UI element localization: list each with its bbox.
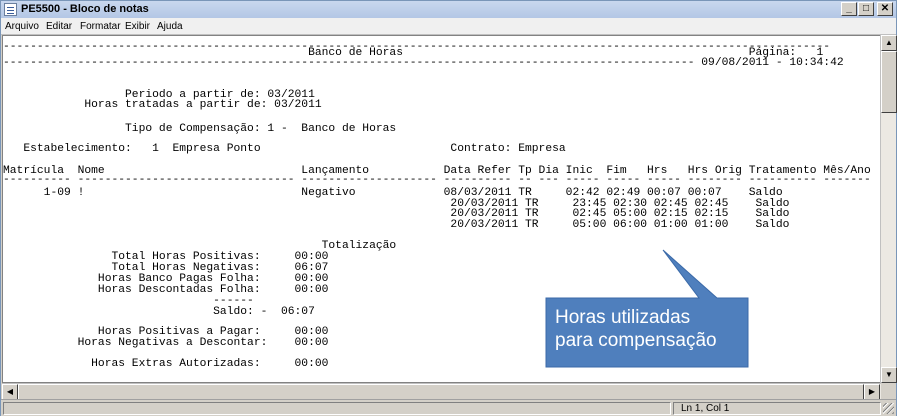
status-pane-main xyxy=(3,402,671,415)
minimize-button[interactable]: _ xyxy=(841,2,857,16)
maximize-button[interactable]: □ xyxy=(858,2,874,16)
horizontal-scrollbar[interactable]: ◀ ▶ xyxy=(2,383,881,400)
menu-exibir[interactable]: Exibir xyxy=(125,20,150,33)
title-bar[interactable]: PE5500 - Bloco de notas _ □ ✕ xyxy=(1,1,896,18)
text-line: ------ xyxy=(3,295,254,307)
window-title: PE5500 - Bloco de notas xyxy=(21,3,149,15)
text-line: 1-09 ! Negativo 08/03/2011 TR 02:42 02:4… xyxy=(3,187,783,199)
menu-editar[interactable]: Editar xyxy=(46,20,72,33)
notepad-window: PE5500 - Bloco de notas _ □ ✕ Arquivo Ed… xyxy=(0,0,897,416)
menu-bar: Arquivo Editar Formatar Exibir Ajuda xyxy=(1,18,896,35)
menu-arquivo[interactable]: Arquivo xyxy=(5,20,39,33)
menu-formatar[interactable]: Formatar xyxy=(80,20,121,33)
resize-grip-icon[interactable] xyxy=(883,403,894,414)
text-line: Horas Positivas a Pagar: 00:00 xyxy=(3,326,329,338)
callout-text: Horas utilizadas para compensação xyxy=(555,307,717,351)
scrollbar-corner xyxy=(881,383,896,399)
text-line: ---------- -----------------------------… xyxy=(3,174,871,186)
text-line: Saldo: - 06:07 xyxy=(3,306,315,318)
text-line: Total Horas Positivas: 00:00 xyxy=(3,251,329,263)
scroll-left-arrow-icon[interactable]: ◀ xyxy=(2,384,18,400)
text-line: ----------------------------------------… xyxy=(3,57,844,69)
vertical-scroll-thumb[interactable] xyxy=(881,51,897,113)
text-line: Tipo de Compensação: 1 - Banco de Horas xyxy=(3,123,397,135)
horizontal-scroll-thumb[interactable] xyxy=(18,384,864,400)
text-line: Horas Negativas a Descontar: 00:00 xyxy=(3,337,329,349)
text-line: Estabelecimento: 1 Empresa Ponto Contrat… xyxy=(3,143,566,155)
vertical-scrollbar[interactable]: ▲ ▼ xyxy=(880,35,897,383)
text-editor-area[interactable]: ----------------------------------------… xyxy=(2,35,881,383)
menu-ajuda[interactable]: Ajuda xyxy=(157,20,183,33)
scroll-down-arrow-icon[interactable]: ▼ xyxy=(881,367,897,383)
text-line: 20/03/2011 TR 02:45 05:00 02:15 02:15 Sa… xyxy=(3,208,790,220)
text-line: Horas tratadas a partir de: 03/2011 xyxy=(3,99,322,111)
text-line: 20/03/2011 TR 05:00 06:00 01:00 01:00 Sa… xyxy=(3,219,790,231)
notepad-icon[interactable] xyxy=(4,3,17,16)
cursor-position: Ln 1, Col 1 xyxy=(681,403,730,414)
scroll-up-arrow-icon[interactable]: ▲ xyxy=(881,35,897,51)
text-line: Horas Descontadas Folha: 00:00 xyxy=(3,284,329,296)
window-controls: _ □ ✕ xyxy=(841,2,893,16)
text-line: Horas Banco Pagas Folha: 00:00 xyxy=(3,273,329,285)
status-bar: Ln 1, Col 1 xyxy=(1,399,896,416)
text-line: Totalização xyxy=(3,240,397,252)
close-button[interactable]: ✕ xyxy=(877,2,893,16)
text-line: Horas Extras Autorizadas: 00:00 xyxy=(3,358,329,370)
text-line: Total Horas Negativas: 06:07 xyxy=(3,262,329,274)
scroll-right-arrow-icon[interactable]: ▶ xyxy=(864,384,880,400)
